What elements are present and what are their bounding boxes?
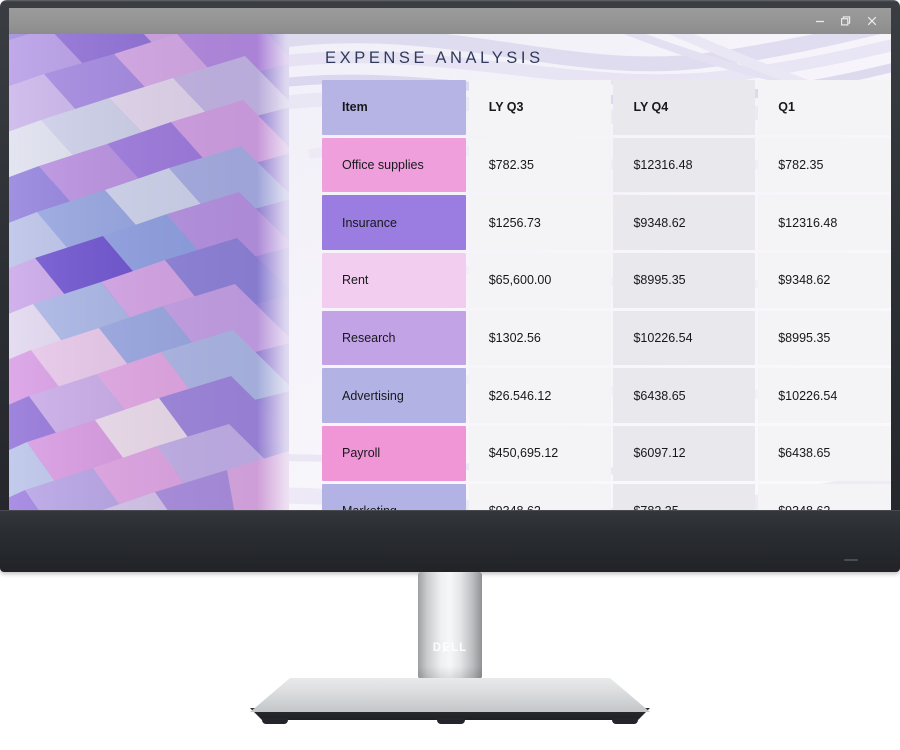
table-cell-item: Payroll [322,426,466,481]
table-row: Payroll $450,695.12 $6097.12 $6438.65 [322,426,891,481]
table-cell-ly-q3: $1256.73 [468,195,611,250]
stand-foot-center [437,718,465,724]
table-cell-q1: $12316.48 [758,195,891,250]
table-cell-q1: $10226.54 [758,368,891,423]
table-header-cell-q1: Q1 [758,80,891,135]
table-cell-ly-q3: $782.35 [468,137,611,193]
table-row: Office supplies $782.35 $12316.48 $782.35 [322,137,891,193]
table-header-cell-ly-q3: LY Q3 [468,80,611,135]
presentation-slide: EXPENSE ANALYSIS Item LY Q3 LY Q4 Q1 Office … [9,34,891,560]
table-cell-q1: $8995.35 [758,310,891,366]
minimize-icon[interactable] [807,10,833,32]
restore-icon[interactable] [833,10,859,32]
monitor-screen: EXPENSE ANALYSIS Item LY Q3 LY Q4 Q1 Office … [9,8,891,560]
dell-logo: DELL [418,642,482,654]
table-row: Advertising $26.546.12 $6438.65 $10226.54 [322,368,891,423]
table-cell-item: Advertising [322,368,466,423]
close-icon[interactable] [859,10,885,32]
table-cell-item: Rent [322,253,466,308]
page-title: EXPENSE ANALYSIS [325,49,544,67]
dell-logo-text: DELL [432,642,468,654]
table-cell-ly-q3: $450,695.12 [468,426,611,481]
stand-base-top [250,678,650,712]
table-cell-ly-q3: $1302.56 [468,310,611,366]
table-cell-ly-q3: $65,600.00 [468,253,611,308]
table-cell-item: Office supplies [322,137,466,193]
table-row: Insurance $1256.73 $9348.62 $12316.48 [322,195,891,250]
table-cell-item: Insurance [322,195,466,250]
table-row: Research $1302.56 $10226.54 $8995.35 [322,310,891,366]
table-cell-ly-q4: $8995.35 [613,253,756,308]
window-titlebar [9,8,891,34]
stand-foot-right [612,718,638,724]
expense-table: Item LY Q3 LY Q4 Q1 Office supplies $782.35 $1… [322,80,891,560]
table-header-cell-ly-q4: LY Q4 [613,80,756,135]
monitor-bottom-bezel [0,510,900,572]
decorative-artwork-panel [9,34,289,560]
table-header-row: Item LY Q3 LY Q4 Q1 [322,80,891,135]
table-cell-ly-q4: $6097.12 [613,426,756,481]
table-cell-ly-q4: $10226.54 [613,310,756,366]
table-cell-ly-q4: $9348.62 [613,195,756,250]
monitor-stand-base [250,678,650,724]
table-cell-q1: $6438.65 [758,426,891,481]
table-cell-ly-q4: $6438.65 [613,368,756,423]
table-header-cell-item: Item [322,80,466,135]
table-cell-ly-q4: $12316.48 [613,137,756,193]
table-cell-ly-q3: $26.546.12 [468,368,611,423]
screenshot-root: EXPENSE ANALYSIS Item LY Q3 LY Q4 Q1 Office … [0,0,900,750]
table-cell-item: Research [322,310,466,366]
table-cell-q1: $9348.62 [758,253,891,308]
table-cell-q1: $782.35 [758,137,891,193]
monitor-frame: EXPENSE ANALYSIS Item LY Q3 LY Q4 Q1 Office … [0,0,900,572]
table-row: Rent $65,600.00 $8995.35 $9348.62 [322,253,891,308]
stand-foot-left [262,718,288,724]
monitor-stand-neck: DELL [418,572,482,678]
power-indicator [844,559,858,561]
